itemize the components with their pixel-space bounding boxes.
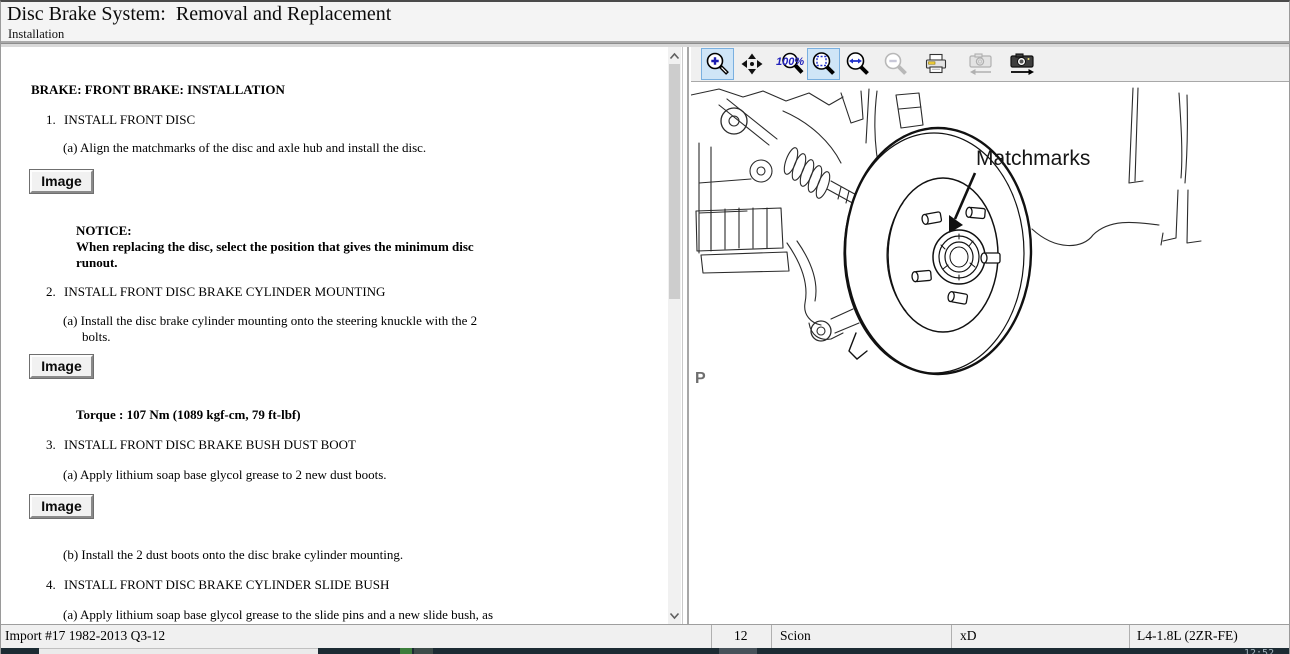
zoom-out-icon [883,51,909,77]
step-2a-text: (a) Install the disc brake cylinder moun… [63,313,485,345]
panel-divider[interactable] [683,47,691,624]
pan-icon [739,51,765,77]
taskbar-search-box[interactable] [39,648,318,654]
document-scrollbar[interactable] [668,47,681,624]
taskbar-active-app[interactable] [719,648,757,654]
image-button-1[interactable]: Image [30,170,93,193]
taskbar-app-icon-green[interactable] [400,648,412,654]
image-button-3[interactable]: Image [30,495,93,518]
scroll-up-button[interactable] [668,47,681,64]
taskbar-strip[interactable]: 12:52 [1,648,1289,654]
zoom-in-icon [705,51,731,77]
step-3-title: 3.INSTALL FRONT DISC BRAKE BUSH DUST BOO… [46,437,356,453]
pan-button[interactable] [735,48,768,80]
corner-letter: P [695,370,706,387]
step-4-title: 4.INSTALL FRONT DISC BRAKE CYLINDER SLID… [46,577,389,593]
notice-block: NOTICE: When replacing the disc, select … [76,223,476,271]
image-panel: 100% [691,47,1290,624]
status-year: 12 [711,625,771,649]
taskbar-clock[interactable]: 12:52 [1244,649,1274,654]
step-2-title: 2.INSTALL FRONT DISC BRAKE CYLINDER MOUN… [46,284,385,300]
step-1-text: INSTALL FRONT DISC [64,112,195,127]
diagram-viewport[interactable]: Matchmarks P [691,83,1290,624]
step-3a-text: (a) Apply lithium soap base glycol greas… [63,467,493,483]
step-4-number: 4. [46,577,64,593]
zoom-fit-icon [811,51,837,77]
chevron-down-icon [669,612,680,620]
image-button-2[interactable]: Image [30,355,93,378]
title-bar: Disc Brake System: Removal and Replaceme… [1,2,1289,41]
step-3b-text: (b) Install the 2 dust boots onto the di… [63,547,503,563]
zoom-in-button[interactable] [701,48,734,80]
taskbar-app-icon-gray[interactable] [414,648,433,654]
torque-spec: Torque : 107 Nm (1089 kgf-cm, 79 ft-lbf) [76,407,301,423]
status-make: Scion [771,625,951,649]
chevron-up-icon [669,52,680,60]
previous-image-icon [965,51,995,77]
zoom-fit-width-button[interactable] [841,48,874,80]
step-3-number: 3. [46,437,64,453]
step-3-text: INSTALL FRONT DISC BRAKE BUSH DUST BOOT [64,437,356,452]
zoom-fit-width-icon [845,51,871,77]
scroll-down-button[interactable] [668,607,681,624]
print-icon [923,51,949,77]
brake-disc-diagram: Matchmarks P [691,83,1290,624]
notice-label: NOTICE: [76,223,476,239]
document-content: BRAKE: FRONT BRAKE: INSTALLATION 1.INSTA… [1,47,682,624]
step-1a-text: (a) Align the matchmarks of the disc and… [63,140,493,156]
image-toolbar: 100% [691,47,1290,82]
scrollbar-thumb[interactable] [669,64,680,299]
matchmarks-label: Matchmarks [976,147,1090,170]
step-1-title: 1.INSTALL FRONT DISC [46,112,195,128]
step-2-text: INSTALL FRONT DISC BRAKE CYLINDER MOUNTI… [64,284,385,299]
doc-heading: BRAKE: FRONT BRAKE: INSTALLATION [31,82,285,98]
next-image-icon [1007,51,1037,77]
step-2-number: 2. [46,284,64,300]
app-window: Disc Brake System: Removal and Replaceme… [0,0,1290,654]
status-import-info: Import #17 1982-2013 Q3-12 [1,625,711,649]
status-model: xD [951,625,1129,649]
step-1-number: 1. [46,112,64,128]
page-subtitle: Installation [8,27,64,42]
notice-text: When replacing the disc, select the posi… [76,239,476,271]
zoom-out-button[interactable] [879,48,912,80]
zoom-100-label: 100% [776,56,804,68]
zoom-100-icon: 100% [776,51,806,77]
zoom-100-button[interactable]: 100% [774,48,807,80]
status-bar: Import #17 1982-2013 Q3-12 12 Scion xD L… [1,624,1289,648]
print-button[interactable] [919,48,952,80]
next-image-button[interactable] [1003,48,1041,80]
zoom-fit-button[interactable] [807,48,840,80]
step-4-text: INSTALL FRONT DISC BRAKE CYLINDER SLIDE … [64,577,389,592]
step-4a-text: (a) Apply lithium soap base glycol greas… [63,607,508,624]
page-title: Disc Brake System: Removal and Replaceme… [7,3,391,26]
document-panel: BRAKE: FRONT BRAKE: INSTALLATION 1.INSTA… [1,47,683,624]
status-engine: L4-1.8L (2ZR-FE) [1129,625,1290,649]
previous-image-button[interactable] [959,48,1001,80]
